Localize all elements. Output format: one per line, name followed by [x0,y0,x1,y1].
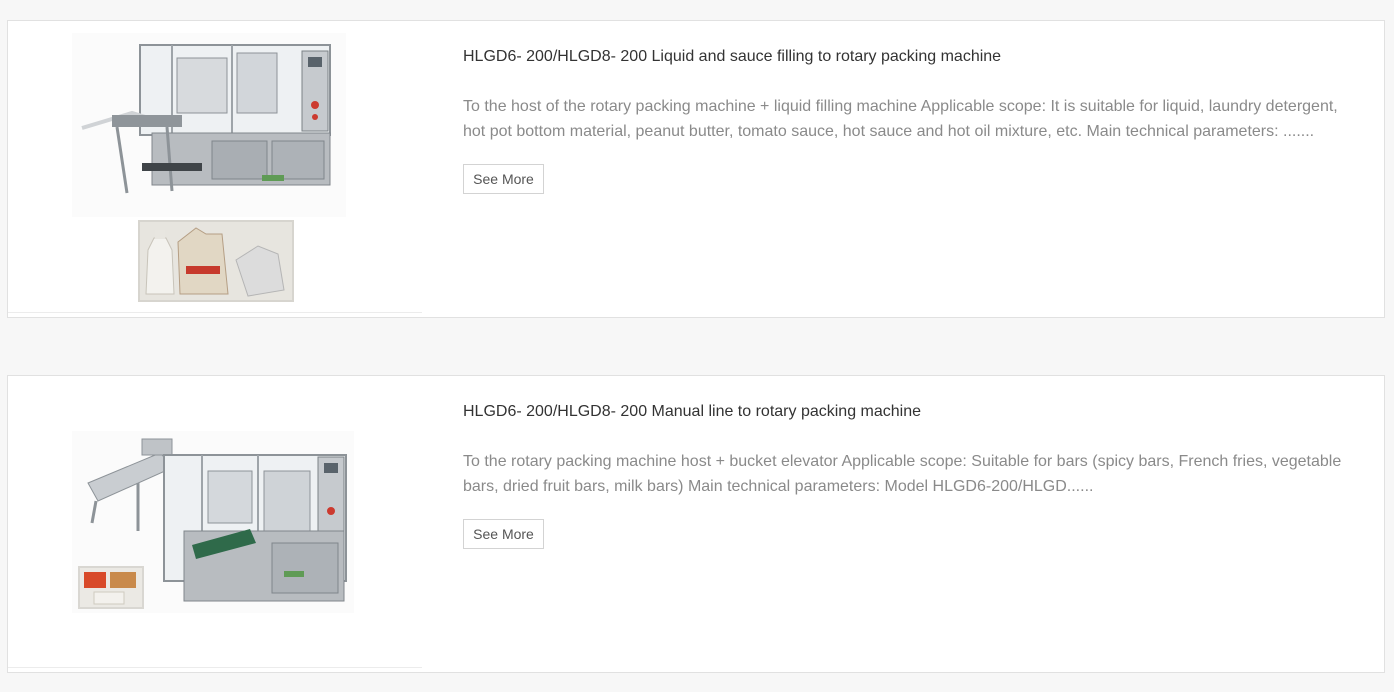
see-more-button[interactable]: See More [463,164,544,194]
product-image-area[interactable] [8,21,422,313]
machine-image[interactable] [72,33,346,217]
see-more-button[interactable]: See More [463,519,544,549]
product-card: HLGD6- 200/HLGD8- 200 Liquid and sauce f… [7,20,1385,318]
product-description: To the host of the rotary packing machin… [463,98,1338,140]
product-card: HLGD6- 200/HLGD8- 200 Manual line to rot… [7,375,1385,673]
product-image-area[interactable] [8,376,422,668]
product-samples-image [78,566,144,609]
product-description: To the rotary packing machine host + buc… [463,453,1342,495]
product-samples-image [138,220,294,302]
product-title[interactable]: HLGD6- 200/HLGD8- 200 Liquid and sauce f… [463,47,1363,67]
product-title[interactable]: HLGD6- 200/HLGD8- 200 Manual line to rot… [463,402,1363,422]
